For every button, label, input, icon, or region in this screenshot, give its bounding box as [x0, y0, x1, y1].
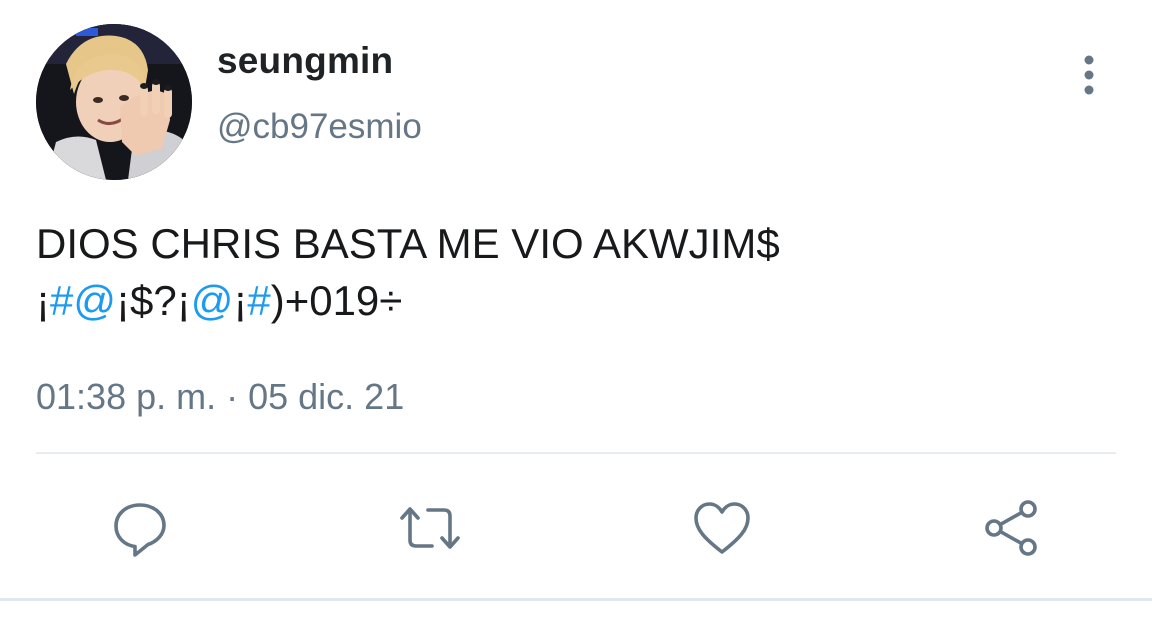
tweet-text: DIOS CHRIS BASTA ME VIO AKWJIM$ ¡#@¡$?¡@… — [36, 215, 1116, 329]
retweet-button[interactable] — [398, 496, 462, 560]
text-segment: ¡ — [36, 277, 50, 324]
user-handle[interactable]: @cb97esmio — [217, 107, 422, 147]
tweet-card: seungmin @cb97esmio DIOS CHRIS BASTA ME … — [0, 0, 1152, 618]
text-segment: ¡$?¡ — [116, 277, 191, 324]
mention-link[interactable]: @ — [73, 277, 116, 324]
share-icon — [982, 498, 1042, 558]
hashtag-link[interactable]: # — [247, 277, 270, 324]
share-button[interactable] — [980, 496, 1044, 560]
retweet-icon — [398, 498, 462, 558]
tweet-text-line-2: ¡#@¡$?¡@¡#)+019÷ — [36, 272, 1116, 329]
mention-link[interactable]: @ — [191, 277, 234, 324]
like-button[interactable] — [690, 496, 754, 560]
more-vertical-icon[interactable] — [1072, 55, 1106, 97]
divider — [0, 598, 1152, 601]
divider — [36, 452, 1116, 454]
reply-button[interactable] — [108, 496, 172, 560]
hashtag-link[interactable]: # — [50, 277, 73, 324]
heart-icon — [692, 500, 752, 556]
text-segment: ¡ — [233, 277, 248, 324]
avatar[interactable] — [36, 24, 192, 180]
text-segment: )+019÷ — [270, 277, 403, 324]
tweet-text-line-1: DIOS CHRIS BASTA ME VIO AKWJIM$ — [36, 220, 780, 267]
reply-icon — [110, 498, 170, 558]
tweet-timestamp[interactable]: 01:38 p. m. · 05 dic. 21 — [36, 376, 404, 418]
display-name[interactable]: seungmin — [217, 40, 393, 82]
